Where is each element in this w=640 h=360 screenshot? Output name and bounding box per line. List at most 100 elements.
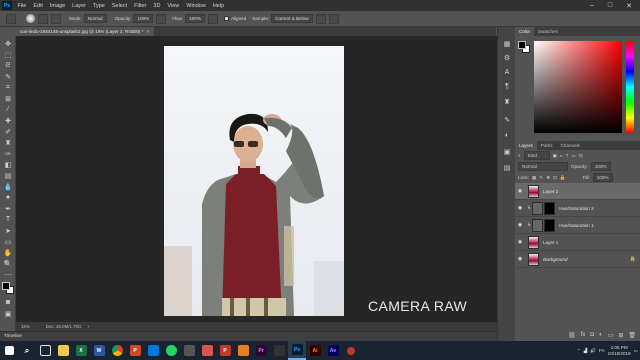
document-tab[interactable]: cori-lindo-1644145-unsplash2.jpg @ 16% (… (16, 27, 155, 36)
layer-filter-dropdown[interactable]: Kind (523, 151, 550, 160)
chrome-icon[interactable] (108, 341, 126, 360)
history-brush-tool-icon[interactable]: ✑ (3, 149, 13, 158)
hue-slider[interactable] (626, 41, 634, 133)
store-icon[interactable] (144, 341, 162, 360)
pen-tool-icon[interactable]: ✒ (3, 204, 13, 213)
tray-arrow-icon[interactable]: ⌃ (577, 348, 581, 354)
properties-panel-icon[interactable]: ⚙ (502, 53, 512, 62)
blur-tool-icon[interactable]: 💧 (3, 182, 13, 191)
menu-help[interactable]: Help (209, 3, 227, 9)
layer-fill-field[interactable]: 100% (592, 173, 613, 182)
lock-artboard-icon[interactable]: ⊡ (553, 175, 557, 181)
layer-row-hue-saturation-1[interactable]: ◉ ↳ Hue/Saturation 1 (515, 217, 640, 234)
menu-file[interactable]: File (14, 3, 30, 9)
maximize-icon[interactable]: □ (602, 0, 618, 11)
layer-opacity-field[interactable]: 100% (590, 162, 611, 171)
visibility-eye-icon[interactable]: ◉ (515, 256, 525, 262)
add-mask-icon[interactable]: ◘ (590, 332, 594, 339)
brush-settings-button[interactable] (38, 13, 48, 24)
app-icon[interactable] (180, 341, 198, 360)
record-icon[interactable] (342, 341, 360, 360)
marquee-tool-icon[interactable]: ⬚ (3, 50, 13, 59)
eyedropper-tool-icon[interactable]: ⁄ (3, 105, 13, 114)
layer-name[interactable]: Hue/Saturation 1 (559, 223, 593, 228)
brush-tool-icon[interactable]: ✐ (3, 127, 13, 136)
layer-name[interactable]: Background (543, 257, 568, 262)
filter-smart-icon[interactable]: ⊡ (579, 153, 583, 159)
visibility-eye-icon[interactable]: ◉ (515, 222, 525, 228)
brushes-panel-icon[interactable]: ✎ (502, 115, 512, 124)
timeline-panel[interactable]: Timeline (0, 331, 497, 341)
aligned-checkbox[interactable] (223, 16, 229, 21)
visibility-eye-icon[interactable]: ◉ (515, 205, 525, 211)
new-group-icon[interactable]: ▭ (608, 332, 614, 339)
filter-shape-icon[interactable]: ▭ (572, 153, 576, 159)
fx-icon[interactable]: fx (581, 332, 586, 339)
tab-layers[interactable]: Layers (515, 141, 537, 150)
whatsapp-icon[interactable] (162, 341, 180, 360)
lock-all-icon[interactable]: 🔒 (560, 175, 566, 181)
menu-type[interactable]: Type (89, 3, 108, 9)
eraser-tool-icon[interactable]: ◧ (3, 160, 13, 169)
color-field[interactable] (534, 41, 622, 133)
menu-select[interactable]: Select (108, 3, 130, 9)
tool-preset-picker[interactable] (6, 13, 16, 24)
gradient-tool-icon[interactable]: ▤ (3, 171, 13, 180)
link-layers-icon[interactable]: ⛓ (568, 332, 576, 339)
task-view-icon[interactable] (36, 341, 54, 360)
menu-layer[interactable]: Layer (69, 3, 90, 9)
after-effects-icon[interactable]: Ae (324, 341, 342, 360)
brush-size-icon[interactable] (26, 14, 35, 23)
network-icon[interactable]: ▟ (584, 348, 588, 354)
character-panel-icon[interactable]: A (502, 68, 512, 77)
spot-healing-tool-icon[interactable]: ✚ (3, 116, 13, 125)
sample-dropdown[interactable]: Current & Below (271, 14, 313, 23)
powerpoint-icon[interactable]: P (126, 341, 144, 360)
clone-source-button[interactable] (51, 13, 61, 24)
app-icon-2[interactable] (198, 341, 216, 360)
paragraph-panel-icon[interactable]: ¶ (502, 82, 512, 91)
tab-paths[interactable]: Paths (537, 141, 557, 150)
clone-source-panel-icon[interactable]: ♜ (502, 97, 512, 106)
canvas-area[interactable]: CAMERA RAW (16, 36, 497, 322)
status-menu-arrow-icon[interactable]: › (87, 324, 89, 330)
ignore-adjustment-layers-button[interactable] (315, 13, 326, 24)
pressure-size-button[interactable] (328, 13, 339, 24)
pdf-icon[interactable]: P (216, 341, 234, 360)
layer-name[interactable]: Layer 2 (543, 189, 558, 194)
type-tool-icon[interactable]: T (3, 215, 13, 224)
hand-tool-icon[interactable]: ✋ (3, 248, 13, 257)
foreground-color-swatch[interactable] (518, 41, 526, 49)
tab-swatches[interactable]: Swatches (534, 27, 562, 36)
dodge-tool-icon[interactable]: ● (3, 193, 13, 202)
app-icon-4[interactable] (270, 341, 288, 360)
new-layer-icon[interactable]: ⊞ (618, 332, 623, 339)
move-tool-icon[interactable]: ✥ (3, 39, 13, 48)
delete-layer-icon[interactable]: 🗑 (628, 332, 636, 339)
libraries-panel-icon[interactable]: ▤ (502, 163, 512, 172)
language-indicator[interactable]: FA (599, 348, 605, 353)
adjustments-panel-icon[interactable]: ◐ (502, 131, 512, 140)
path-selection-tool-icon[interactable]: ➤ (3, 226, 13, 235)
tab-color[interactable]: Color (515, 27, 534, 36)
mode-dropdown[interactable]: Normal (83, 14, 107, 23)
app-icon-3[interactable] (234, 341, 252, 360)
lock-position-icon[interactable]: ✥ (546, 175, 550, 181)
word-icon[interactable]: W (90, 341, 108, 360)
screen-mode-icon[interactable]: ▣ (3, 309, 13, 318)
new-adjustment-icon[interactable]: ◐ (599, 332, 603, 339)
quick-mask-icon[interactable]: ◙ (3, 298, 13, 307)
zoom-tool-icon[interactable]: 🔍 (3, 259, 13, 268)
filter-type-icon[interactable]: T (566, 153, 569, 158)
layer-row-hue-saturation-2[interactable]: ◉ ↳ Hue/Saturation 2 (515, 200, 640, 217)
clock[interactable]: 1:05 PM 10/16/2019 (608, 345, 631, 357)
minimize-icon[interactable]: – (584, 0, 600, 11)
layer-row-layer-1[interactable]: ◉ Layer 1 (515, 234, 640, 251)
menu-window[interactable]: Window (183, 3, 210, 9)
crop-tool-icon[interactable]: ⌗ (3, 83, 13, 92)
menu-edit[interactable]: Edit (30, 3, 46, 9)
file-explorer-icon[interactable] (54, 341, 72, 360)
lock-transparent-icon[interactable]: ▦ (532, 175, 536, 181)
blend-mode-dropdown[interactable]: Normal (518, 162, 568, 171)
history-panel-icon[interactable]: ▦ (502, 39, 512, 48)
